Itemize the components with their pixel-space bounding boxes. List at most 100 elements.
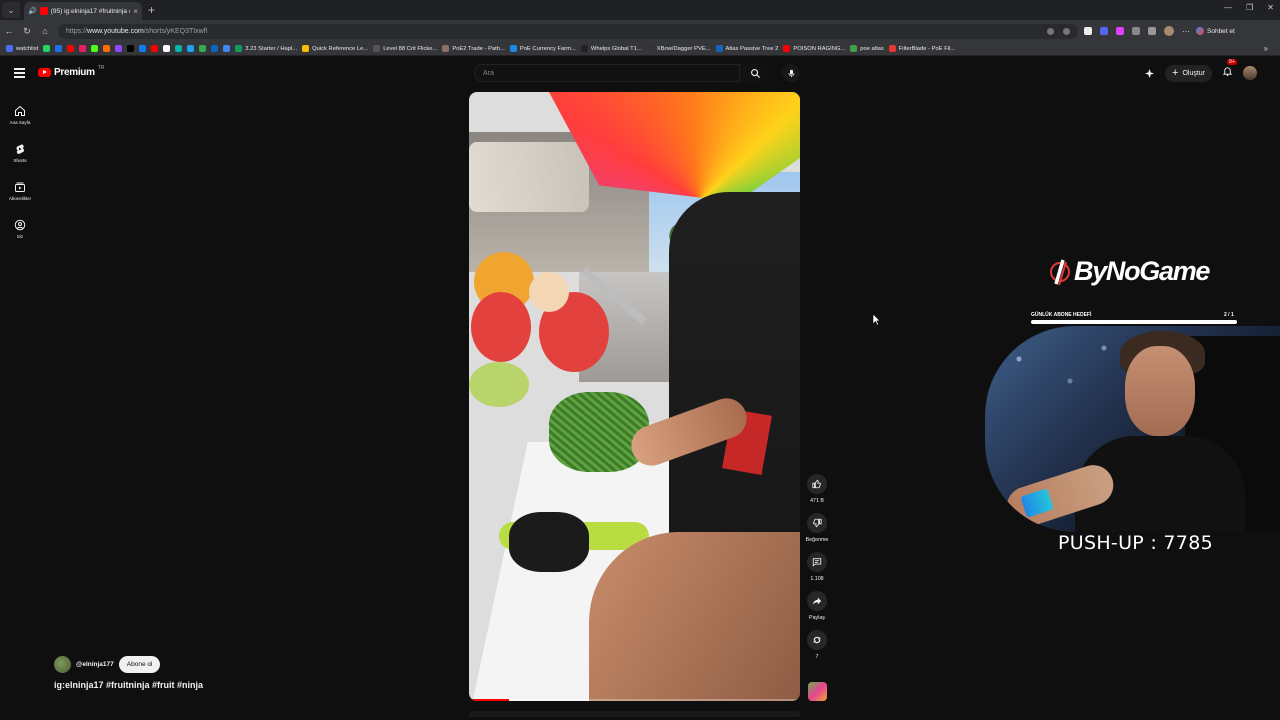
brand-text: ByNoGame — [1074, 256, 1210, 286]
url-field[interactable]: https://www.youtube.com/shorts/yKEQ3TIxw… — [58, 23, 1078, 39]
bookmark-item[interactable] — [55, 45, 63, 52]
comment-icon — [812, 558, 822, 567]
home-browser-icon[interactable]: ⌂ — [36, 26, 54, 36]
bookmark-item[interactable] — [211, 45, 219, 52]
video-progress-bar[interactable] — [469, 699, 800, 701]
bookmark-label: XBow/Dagger PVE... — [656, 45, 711, 52]
channel-row: @elninja177 Abone ol — [54, 656, 161, 673]
share-button[interactable]: Paylaş — [807, 591, 827, 621]
menu-icon[interactable] — [14, 68, 25, 80]
bookmark-favicon-icon — [783, 45, 791, 52]
create-button[interactable]: + Oluştur — [1165, 64, 1212, 82]
bookmark-item[interactable] — [67, 45, 75, 52]
subscribe-button[interactable]: Abone ol — [118, 656, 161, 673]
bookmark-favicon-icon — [850, 45, 858, 52]
bookmark-favicon-icon — [43, 45, 51, 52]
shorts-video-player[interactable] — [469, 92, 800, 701]
bookmark-item[interactable]: PoE2 Trade - Path... — [442, 45, 505, 52]
bookmark-item[interactable]: Whelps Global T1... — [580, 45, 642, 52]
extension-icon[interactable] — [1084, 27, 1092, 35]
bookmark-star-icon[interactable] — [1063, 27, 1070, 35]
channel-handle[interactable]: @elninja177 — [76, 661, 114, 668]
bookmark-favicon-icon — [91, 45, 99, 52]
bookmark-item[interactable] — [91, 45, 99, 52]
bookmark-item[interactable] — [139, 45, 147, 52]
bookmark-item[interactable]: Quick Reference Le... — [302, 45, 368, 52]
bookmark-item[interactable]: 3.23 Starter / Hapl... — [235, 45, 297, 52]
new-tab-icon[interactable]: + — [148, 3, 155, 17]
guide-item-you[interactable]: Siz — [0, 210, 40, 248]
back-icon[interactable]: ← — [0, 26, 18, 36]
install-app-icon[interactable] — [1047, 27, 1054, 35]
bookmark-item[interactable] — [199, 45, 207, 52]
bookmark-item[interactable] — [43, 45, 51, 52]
sparkle-settings-icon[interactable] — [1144, 68, 1155, 79]
video-title[interactable]: ig:elninja17 #fruitninja #fruit #ninja — [54, 680, 203, 690]
voice-search-button[interactable] — [782, 64, 800, 82]
bookmark-item[interactable]: Level 88 Crit Flicke... — [373, 45, 437, 52]
chat-button[interactable]: Sohbet et — [1196, 27, 1235, 35]
masthead-actions: + Oluştur 9+ — [1144, 59, 1257, 82]
restore-icon[interactable]: ❐ — [1246, 3, 1253, 12]
channel-avatar[interactable] — [54, 656, 71, 673]
bookmark-item[interactable] — [115, 45, 123, 52]
bookmark-item[interactable]: XBow/Dagger PVE... — [646, 45, 711, 52]
bookmark-item[interactable]: watchlist — [6, 45, 38, 52]
bookmarks-icon[interactable] — [1148, 27, 1156, 35]
like-button[interactable]: 471 B — [807, 474, 827, 504]
country-code: TR — [97, 64, 105, 71]
minimize-icon[interactable]: — — [1224, 3, 1232, 12]
extension-icon[interactable] — [1116, 27, 1124, 35]
bookmark-item[interactable] — [103, 45, 111, 52]
bookmark-favicon-icon — [646, 45, 654, 52]
bookmark-item[interactable]: PoE Currency Farm... — [509, 45, 576, 52]
notification-badge: 9+ — [1227, 59, 1237, 65]
bookmark-item[interactable] — [79, 45, 87, 52]
create-label: Oluştur — [1182, 69, 1205, 77]
speaker-icon[interactable]: 🔊 — [28, 7, 37, 15]
search-input[interactable]: Ara — [474, 64, 740, 82]
bookmark-item[interactable] — [187, 45, 195, 52]
bookmark-favicon-icon — [223, 45, 231, 52]
extensions-puzzle-icon[interactable] — [1132, 27, 1140, 35]
more-menu-icon[interactable]: ⋯ — [1182, 27, 1190, 36]
bookmark-item[interactable] — [127, 45, 135, 52]
remix-button[interactable]: 7 — [807, 630, 827, 660]
search-button[interactable] — [740, 64, 770, 82]
guide-item-home[interactable]: Ana Sayfa — [0, 96, 40, 134]
bookmark-item[interactable] — [151, 45, 159, 52]
comments-button[interactable]: 1.108 — [807, 552, 827, 582]
bookmark-item[interactable] — [175, 45, 183, 52]
bookmark-favicon-icon — [199, 45, 207, 52]
profile-avatar[interactable] — [1164, 26, 1174, 36]
bookmarks-overflow-icon[interactable]: » — [1264, 44, 1268, 53]
bookmark-favicon-icon — [175, 45, 183, 52]
comment-count: 1.108 — [810, 576, 824, 582]
account-avatar[interactable] — [1243, 66, 1257, 80]
guide-item-subscriptions[interactable]: Abonelikler — [0, 172, 40, 210]
extensions: ⋯ — [1084, 26, 1190, 36]
dislike-button[interactable]: Beğenme — [806, 513, 828, 543]
close-window-icon[interactable]: ✕ — [1267, 3, 1274, 12]
bookmark-item[interactable] — [163, 45, 171, 52]
guide-item-shorts[interactable]: Shorts — [0, 134, 40, 172]
notifications-button[interactable]: 9+ — [1222, 59, 1237, 82]
extension-icon[interactable] — [1100, 27, 1108, 35]
audio-source-thumbnail[interactable] — [808, 682, 827, 701]
youtube-premium-logo[interactable]: Premium TR — [38, 64, 105, 78]
bookmark-item[interactable]: poe atlas — [850, 45, 884, 52]
reload-icon[interactable]: ↻ — [18, 26, 36, 37]
browser-tab-active[interactable]: 🔊 (95) ig:elninja17 #fruitninja #f... × — [24, 2, 142, 20]
close-tab-icon[interactable]: × — [133, 7, 138, 16]
bookmark-item[interactable] — [223, 45, 231, 52]
youtube-favicon-icon — [39, 7, 48, 15]
bookmark-favicon-icon — [103, 45, 111, 52]
next-short-preview[interactable] — [469, 711, 800, 717]
bookmark-item[interactable]: FilterBlade - PoE Fil... — [888, 45, 955, 52]
bookmark-label: watchlist — [16, 45, 39, 52]
bookmark-item[interactable]: Atlas Passive Tree 2 — [715, 45, 778, 52]
bell-icon — [1222, 67, 1233, 76]
bookmark-item[interactable]: POISON RAGING... — [783, 45, 845, 52]
tab-search-button[interactable]: ⌄ — [2, 2, 20, 18]
youtube-page: Premium TR Ara + Oluştur 9+ Ana Sayfa Sh… — [0, 56, 1280, 720]
